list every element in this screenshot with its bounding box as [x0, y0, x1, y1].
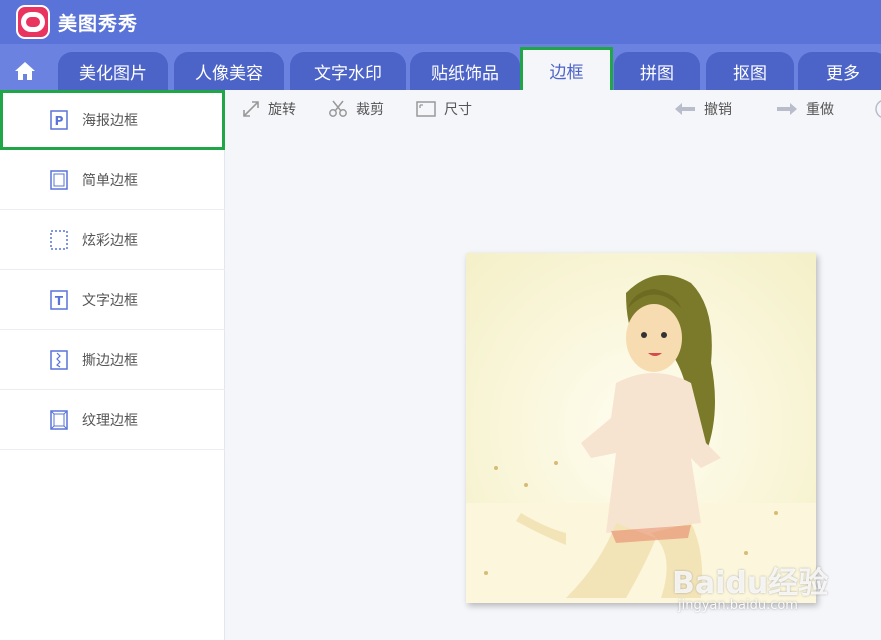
resize-icon [416, 101, 436, 117]
sidebar-item-simple-frame[interactable]: 简单边框 [0, 150, 225, 210]
baidu-watermark: Baidu经验 jingyan.baidu.com [672, 558, 842, 618]
tab-collage[interactable]: 拼图 [614, 52, 700, 90]
size-button[interactable]: 尺寸 [416, 98, 472, 120]
sidebar-item-texture-frame[interactable]: 纹理边框 [0, 390, 225, 450]
tab-portrait[interactable]: 人像美容 [174, 52, 284, 90]
home-button[interactable] [0, 52, 50, 90]
app-logo-icon [16, 5, 50, 39]
photo-image [466, 253, 816, 603]
poster-frame-icon: P [50, 110, 68, 130]
size-label: 尺寸 [444, 102, 472, 118]
torn-edge-frame-icon [50, 350, 68, 370]
tab-cutout[interactable]: 抠图 [706, 52, 794, 90]
undo-button[interactable]: 撤销 [674, 98, 732, 120]
frame-category-sidebar: P 海报边框 简单边框 炫彩边框 T 文字边框 撕边边框 纹理边框 [0, 90, 225, 640]
sidebar-item-label: 纹理边框 [82, 412, 138, 429]
crop-button[interactable]: 裁剪 [328, 98, 384, 120]
title-bar: 美图秀秀 [0, 0, 881, 44]
redo-label: 重做 [806, 102, 834, 118]
tab-more[interactable]: 更多 [798, 52, 881, 90]
circle-icon [875, 100, 881, 118]
text-frame-icon: T [50, 290, 68, 310]
texture-frame-icon [50, 410, 68, 430]
watermark-main: Baidu经验 [672, 566, 829, 601]
rotate-button[interactable]: 旋转 [242, 98, 296, 120]
tab-frames[interactable]: 边框 [520, 47, 613, 90]
redo-button[interactable]: 重做 [776, 98, 834, 120]
sidebar-item-label: 撕边边框 [82, 352, 138, 369]
rotate-icon [243, 101, 259, 117]
undo-arrow-icon [675, 103, 695, 115]
sidebar-item-label: 文字边框 [82, 292, 138, 309]
edit-toolbar: 旋转 裁剪 尺寸 撤销 重做 [226, 90, 881, 128]
sidebar-item-label: 海报边框 [82, 113, 138, 129]
sidebar-item-torn-edge-frame[interactable]: 撕边边框 [0, 330, 225, 390]
sidebar-item-text-frame[interactable]: T 文字边框 [0, 270, 225, 330]
app-name: 美图秀秀 [58, 13, 139, 35]
app-window: 美图秀秀 美化图片 人像美容 文字水印 贴纸饰品 边框 拼图 抠图 更多 P 海… [0, 0, 881, 640]
sidebar-item-colorful-frame[interactable]: 炫彩边框 [0, 210, 225, 270]
tab-stickers[interactable]: 贴纸饰品 [410, 52, 520, 90]
svg-text:P: P [55, 114, 64, 128]
scissors-icon [329, 100, 347, 117]
watermark-sub: jingyan.baidu.com [678, 598, 798, 613]
colorful-frame-icon [50, 230, 68, 250]
simple-frame-icon [50, 170, 68, 190]
more-tool-button[interactable] [874, 98, 881, 120]
svg-text:T: T [55, 294, 64, 308]
photo-preview[interactable] [466, 253, 816, 603]
crop-label: 裁剪 [356, 102, 384, 118]
home-icon [15, 62, 35, 80]
main-tab-bar: 美化图片 人像美容 文字水印 贴纸饰品 边框 拼图 抠图 更多 [0, 44, 881, 90]
undo-label: 撤销 [704, 102, 732, 118]
redo-arrow-icon [777, 103, 797, 115]
tab-text-watermark[interactable]: 文字水印 [290, 52, 406, 90]
sidebar-item-label: 炫彩边框 [82, 232, 138, 249]
tab-beautify[interactable]: 美化图片 [58, 52, 168, 90]
rotate-label: 旋转 [268, 102, 296, 118]
sidebar-item-label: 简单边框 [82, 172, 138, 189]
sidebar-item-poster-frame[interactable]: P 海报边框 [0, 90, 225, 150]
